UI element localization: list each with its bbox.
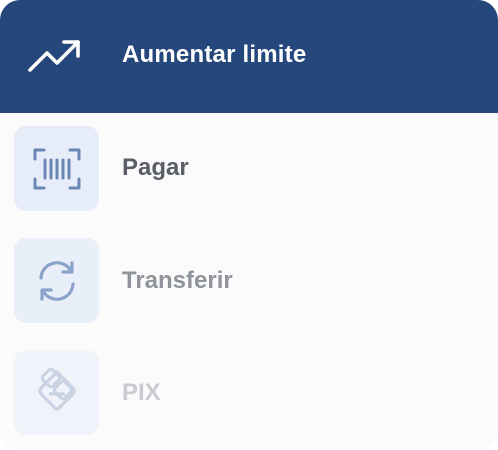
menu-item-label: Aumentar limite xyxy=(122,41,307,68)
menu-item-aumentar-limite[interactable]: Aumentar limite xyxy=(0,0,498,113)
menu-item-label: PIX xyxy=(122,379,161,406)
icon-tile xyxy=(14,238,99,323)
menu-item-pix[interactable]: PIX xyxy=(0,337,498,449)
menu-item-transferir[interactable]: Transferir xyxy=(0,225,498,337)
pix-icon xyxy=(37,367,76,411)
icon-tile xyxy=(14,350,99,435)
refresh-arrows-icon xyxy=(38,260,75,301)
trending-up-icon xyxy=(28,40,80,72)
menu-item-label: Transferir xyxy=(122,267,233,294)
menu-item-pagar[interactable]: Pagar xyxy=(0,113,498,225)
menu-item-label: Pagar xyxy=(122,154,189,181)
barcode-scan-icon xyxy=(33,148,80,189)
icon-tile xyxy=(14,126,99,211)
actions-menu: Aumentar limite Pagar Transferir PIX xyxy=(0,0,498,450)
